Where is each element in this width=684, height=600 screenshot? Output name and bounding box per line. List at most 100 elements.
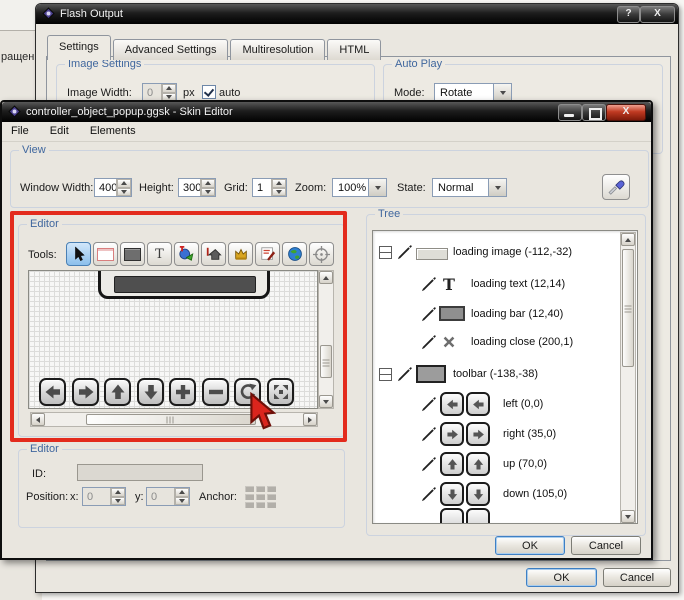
- app-icon: [42, 7, 55, 20]
- spin-up-button[interactable]: [162, 84, 176, 93]
- grid-spinner[interactable]: 1: [252, 178, 287, 197]
- tab-html[interactable]: HTML: [327, 39, 382, 60]
- position-y-spinner[interactable]: 0: [146, 487, 190, 506]
- scroll-left-button[interactable]: [31, 413, 45, 426]
- scrollbar-thumb[interactable]: [86, 414, 256, 425]
- pencil-icon: [421, 335, 436, 350]
- scroll-right-button[interactable]: [303, 413, 317, 426]
- tab-advanced-settings[interactable]: Advanced Settings: [112, 39, 229, 60]
- tool-rectangle-button[interactable]: [93, 242, 118, 266]
- canvas-rotate-button[interactable]: [234, 378, 261, 406]
- canvas-zoom-in-button[interactable]: [169, 378, 196, 406]
- window-width-spinner[interactable]: 400: [94, 178, 132, 197]
- height-spinner[interactable]: 300: [178, 178, 216, 197]
- scroll-down-button[interactable]: [319, 395, 333, 408]
- menu-elements[interactable]: Elements: [81, 122, 145, 137]
- scroll-up-button[interactable]: [621, 233, 635, 246]
- spin-down-button[interactable]: [111, 496, 125, 505]
- canvas-fullscreen-button[interactable]: [267, 378, 294, 406]
- screenshot-root: ращени Flash Output ? X Settings Advance…: [0, 0, 684, 600]
- canvas-zoom-out-button[interactable]: [202, 378, 229, 406]
- dropdown-arrow-icon[interactable]: [493, 84, 511, 101]
- position-x-spinner[interactable]: 0: [82, 487, 126, 506]
- tree-collapse-icon[interactable]: [379, 368, 392, 381]
- auto-checkbox[interactable]: [202, 85, 216, 99]
- canvas-toolbar-element[interactable]: [98, 271, 270, 299]
- tool-button-button[interactable]: [201, 242, 226, 266]
- tool-world-button[interactable]: [282, 242, 307, 266]
- pencil-icon: [421, 457, 436, 472]
- tool-select-button[interactable]: [66, 242, 91, 266]
- help-button[interactable]: ?: [617, 6, 640, 23]
- app-icon: [8, 105, 21, 118]
- spin-down-button[interactable]: [272, 187, 286, 196]
- dropdown-arrow-icon[interactable]: [488, 179, 506, 196]
- zoom-dropdown[interactable]: 100%: [332, 178, 387, 197]
- spin-up-button[interactable]: [175, 488, 189, 497]
- tool-note-button[interactable]: [255, 242, 280, 266]
- tool-text-button[interactable]: T: [147, 242, 172, 266]
- tools-label: Tools:: [28, 249, 57, 261]
- scroll-up-button[interactable]: [319, 271, 333, 284]
- close-button[interactable]: X: [606, 104, 646, 121]
- bar-thumbnail: [439, 306, 465, 321]
- button-state-thumbnail: [440, 452, 464, 476]
- image-width-label: Image Width:: [67, 87, 132, 99]
- spin-down-button[interactable]: [117, 187, 131, 196]
- menu-file[interactable]: File: [2, 122, 38, 137]
- gold-ornament-icon: [234, 248, 247, 260]
- tool-image-button[interactable]: [174, 242, 199, 266]
- auto-label: auto: [219, 87, 241, 99]
- scrollbar-thumb[interactable]: [622, 249, 634, 367]
- cancel-button[interactable]: Cancel: [603, 568, 671, 587]
- scrollbar-thumb[interactable]: [320, 345, 332, 378]
- globe-icon: [287, 247, 302, 261]
- tree-vertical-scrollbar[interactable]: [620, 232, 636, 523]
- canvas-right-button[interactable]: [72, 378, 99, 406]
- editor-canvas[interactable]: [28, 270, 318, 409]
- id-label: ID:: [32, 468, 47, 480]
- skin-editor-titlebar: controller_object_popup.ggsk - Skin Edit…: [2, 102, 651, 122]
- tool-ornament-button[interactable]: [228, 242, 253, 266]
- spin-down-button[interactable]: [201, 187, 215, 196]
- pencil-icon: [397, 367, 412, 382]
- ok-button[interactable]: OK: [526, 568, 597, 587]
- minus-icon: [207, 383, 225, 401]
- tool-bar-button[interactable]: [120, 242, 145, 266]
- cancel-button[interactable]: Cancel: [571, 536, 641, 555]
- tree-item[interactable]: [373, 505, 619, 523]
- grid-label: Grid:: [224, 182, 248, 194]
- minimize-button[interactable]: [558, 104, 582, 121]
- spin-up-button[interactable]: [117, 179, 131, 188]
- spin-up-button[interactable]: [201, 179, 215, 188]
- tab-multiresolution[interactable]: Multiresolution: [230, 39, 326, 60]
- dropdown-arrow-icon[interactable]: [368, 179, 386, 196]
- pencil-icon: [421, 427, 436, 442]
- state-dropdown[interactable]: Normal: [432, 178, 507, 197]
- maximize-button[interactable]: [582, 104, 606, 121]
- spin-down-button[interactable]: [175, 496, 189, 505]
- ok-button[interactable]: OK: [495, 536, 565, 555]
- canvas-up-button[interactable]: [104, 378, 131, 406]
- down-arrow-icon: [472, 488, 485, 501]
- canvas-horizontal-scrollbar[interactable]: [30, 412, 318, 427]
- canvas-down-button[interactable]: [137, 378, 164, 406]
- tree-collapse-icon[interactable]: [379, 246, 392, 259]
- menu-edit[interactable]: Edit: [41, 122, 78, 137]
- close-x-icon: [441, 334, 457, 350]
- canvas-left-button[interactable]: [39, 378, 66, 406]
- spin-up-button[interactable]: [111, 488, 125, 497]
- id-field[interactable]: [77, 464, 203, 481]
- screwdriver-tool-button[interactable]: [602, 174, 630, 200]
- button-state-thumbnail: [466, 392, 490, 416]
- canvas-vertical-scrollbar[interactable]: [318, 270, 334, 409]
- group-legend: Auto Play: [392, 58, 446, 70]
- scroll-down-button[interactable]: [621, 510, 635, 523]
- anchor-grid[interactable]: [245, 486, 276, 508]
- spin-up-button[interactable]: [272, 179, 286, 188]
- tab-settings[interactable]: Settings: [47, 35, 111, 60]
- home-button-icon: [206, 247, 222, 260]
- tree-list: loading image (-112,-32) T loading text …: [372, 230, 638, 524]
- tool-target-button[interactable]: [309, 242, 334, 266]
- close-button[interactable]: X: [640, 6, 675, 23]
